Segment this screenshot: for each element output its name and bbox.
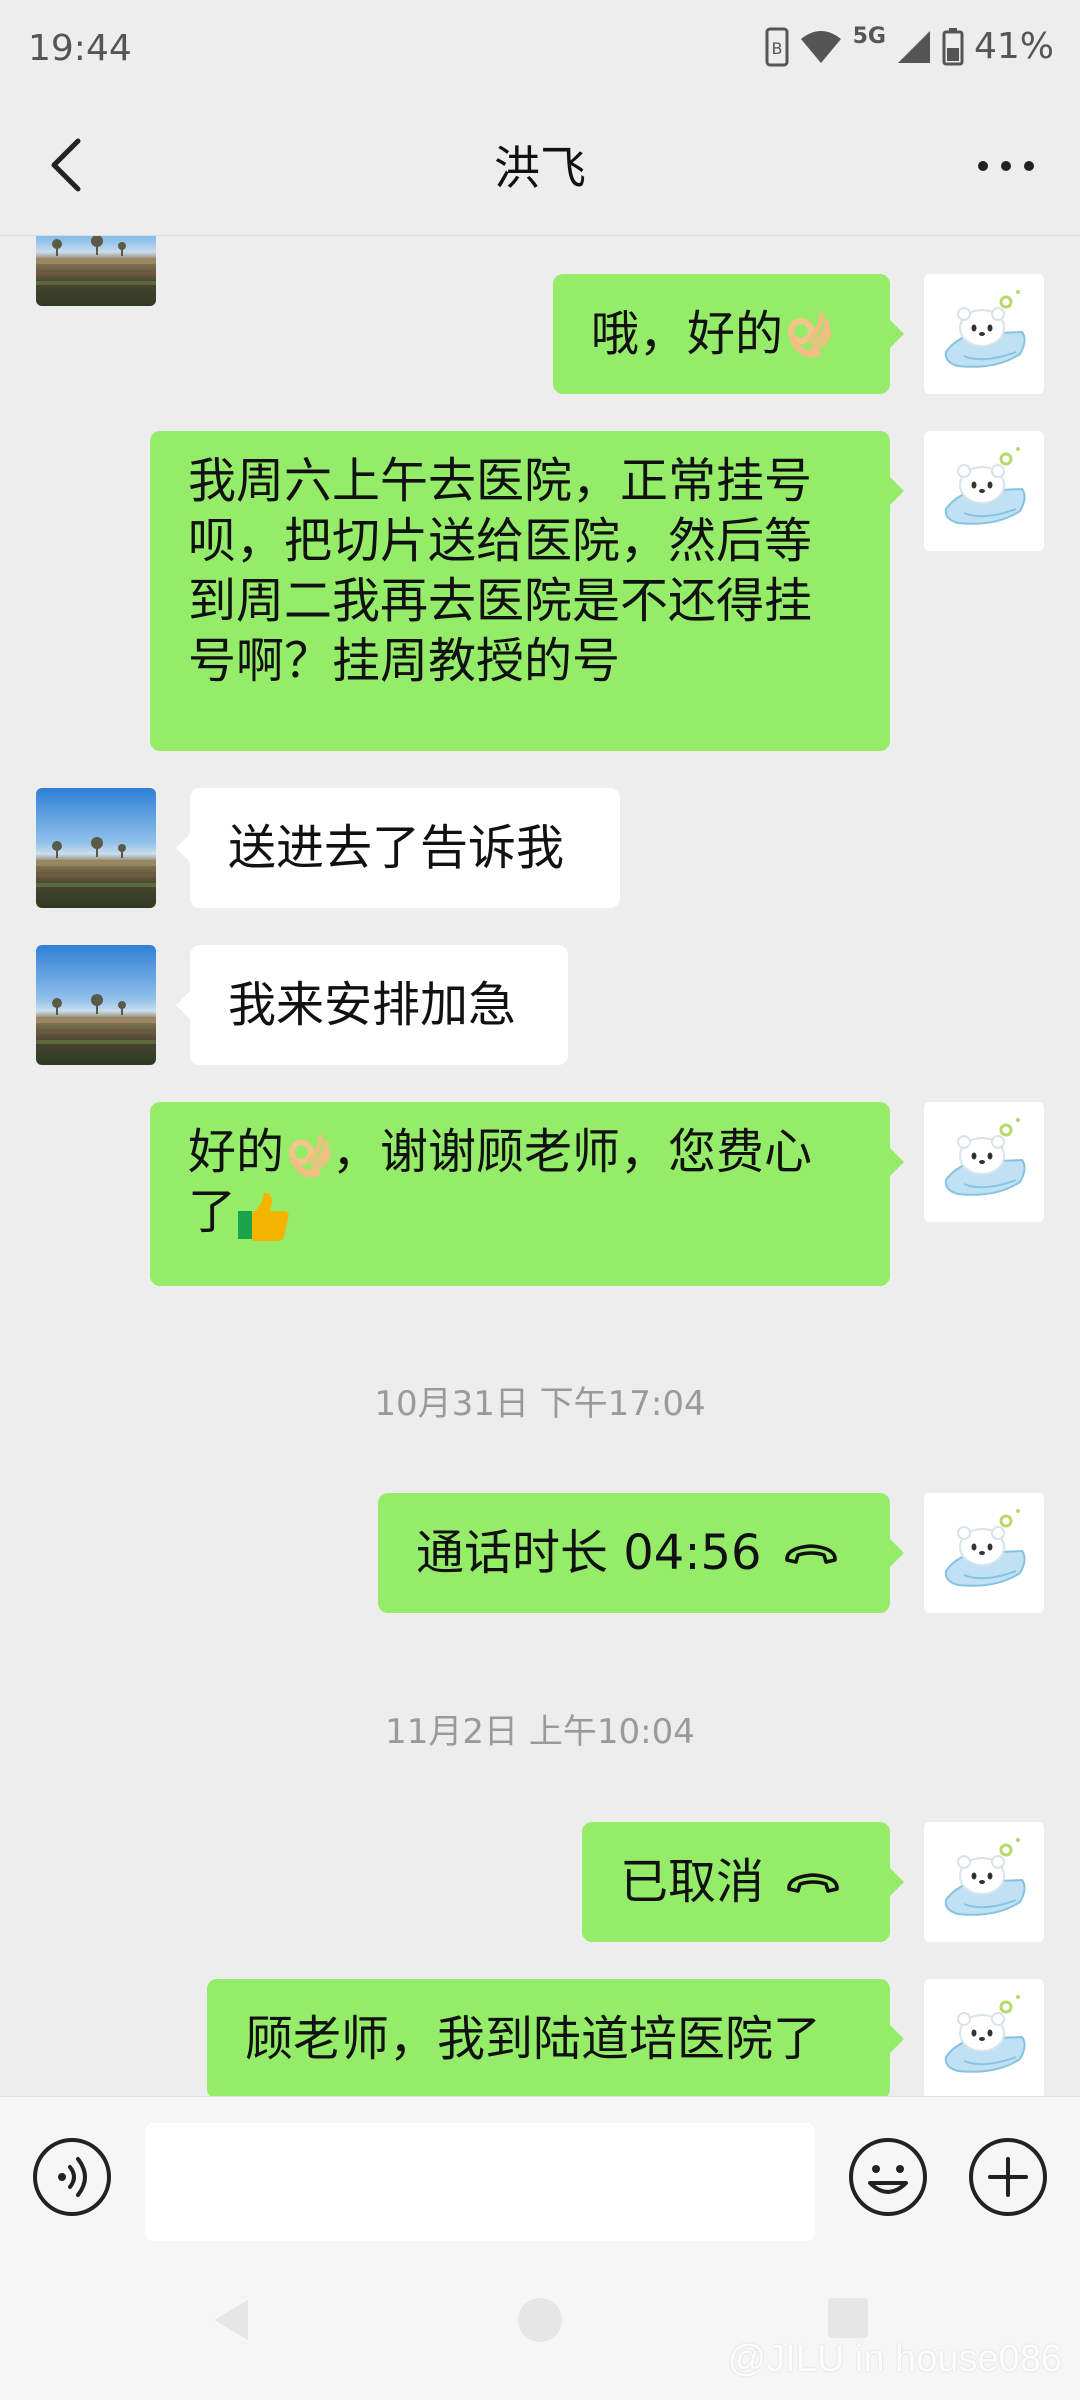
my-message-bubble[interactable]: 我周六上午去医院，正常挂号 呗，把切片送给医院，然后等 到周二我再去医院是不还得… xyxy=(150,431,904,751)
message-line: 到周二我再去医院是不还得挂 xyxy=(188,573,813,629)
message-text: ，谢谢顾老师，您费心 xyxy=(332,1124,813,1180)
more-button[interactable] xyxy=(966,136,1046,196)
battery-icon xyxy=(942,27,964,66)
message-text: 了 xyxy=(188,1184,237,1240)
my-avatar[interactable] xyxy=(924,1822,1044,1942)
chat-title: 洪飞 xyxy=(494,141,586,195)
home-circle-icon xyxy=(518,2298,562,2342)
their-message-bubble[interactable]: 送进去了告诉我 xyxy=(176,788,620,908)
my-message-bubble[interactable]: 好的 ，谢谢顾老师，您费心 了 xyxy=(150,1102,904,1286)
phone-hangup-icon xyxy=(787,1873,839,1893)
contact-avatar[interactable] xyxy=(36,236,156,306)
my-avatar[interactable] xyxy=(924,1493,1044,1613)
signal-icon xyxy=(896,29,932,65)
status-icons: B 5G 41% xyxy=(765,24,1054,67)
svg-text:B: B xyxy=(771,39,782,58)
my-avatar[interactable] xyxy=(924,1102,1044,1222)
message-text: 我来安排加急 xyxy=(228,977,517,1033)
wifi-icon xyxy=(799,29,843,65)
phone-hangup-icon xyxy=(784,1544,837,1564)
network-label: 5G xyxy=(852,24,886,49)
system-home-button[interactable] xyxy=(516,2296,564,2348)
call-duration-text: 通话时长 04:56 xyxy=(416,1525,762,1581)
my-message-bubble[interactable]: 哦，好的 xyxy=(553,274,904,394)
call-status-text: 已取消 xyxy=(620,1854,765,1910)
message-input[interactable] xyxy=(145,2123,815,2241)
timestamp: 10月31日 下午17:04 xyxy=(374,1384,706,1424)
ok-hand-emoji xyxy=(788,312,832,358)
message-text: 好的 xyxy=(188,1124,285,1180)
contact-avatar[interactable] xyxy=(36,788,156,908)
message-line: 我周六上午去医院，正常挂号 xyxy=(188,453,813,509)
contact-avatar[interactable] xyxy=(36,945,156,1065)
my-avatar[interactable] xyxy=(924,274,1044,394)
battery-level: 41% xyxy=(973,26,1054,67)
more-dots-icon xyxy=(978,161,1034,171)
recents-square-icon xyxy=(828,2298,868,2338)
back-triangle-icon xyxy=(214,2300,248,2340)
message-text: 顾老师，我到陆道培医院了 xyxy=(245,2011,822,2067)
message-line: 呗，把切片送给医院，然后等 xyxy=(188,513,813,569)
voice-button[interactable] xyxy=(32,2137,112,2217)
call-record-bubble[interactable]: 通话时长 04:56 xyxy=(378,1493,904,1613)
call-record-bubble[interactable]: 已取消 xyxy=(582,1822,904,1942)
emoji-icon xyxy=(849,2138,927,2216)
message-text: 送进去了告诉我 xyxy=(228,820,565,876)
ok-hand-emoji xyxy=(288,1134,331,1178)
more-functions-button[interactable] xyxy=(968,2137,1048,2217)
their-message-bubble[interactable]: 我来安排加急 xyxy=(176,945,568,1065)
status-time: 19:44 xyxy=(28,28,132,69)
message-text: 哦，好的 xyxy=(591,306,784,362)
plus-icon xyxy=(969,2138,1047,2216)
timestamp: 11月2日 上午10:04 xyxy=(385,1712,695,1752)
voice-icon xyxy=(33,2138,111,2216)
nfc-icon: B xyxy=(765,27,789,67)
my-avatar[interactable] xyxy=(924,431,1044,551)
system-recents-button[interactable] xyxy=(826,2296,870,2344)
emoji-button[interactable] xyxy=(848,2137,928,2217)
watermark: @JILU in house086 xyxy=(727,2338,1062,2380)
input-bar xyxy=(0,2096,1080,2247)
status-bar: 19:44 B 5G 41% xyxy=(0,0,1080,100)
my-avatar[interactable] xyxy=(924,1979,1044,2096)
message-line: 号啊？挂周教授的号 xyxy=(188,633,621,689)
thumbs-up-emoji xyxy=(238,1192,289,1241)
chat-header: 洪飞 xyxy=(0,100,1080,236)
system-back-button[interactable] xyxy=(208,2296,256,2348)
chat-message-list[interactable]: 哦，好的 我周六上午去医院，正常挂号 呗，把切片送给医院，然后等 到周二我再去医… xyxy=(0,236,1080,2096)
my-message-bubble[interactable]: 顾老师，我到陆道培医院了 xyxy=(207,1979,904,2096)
